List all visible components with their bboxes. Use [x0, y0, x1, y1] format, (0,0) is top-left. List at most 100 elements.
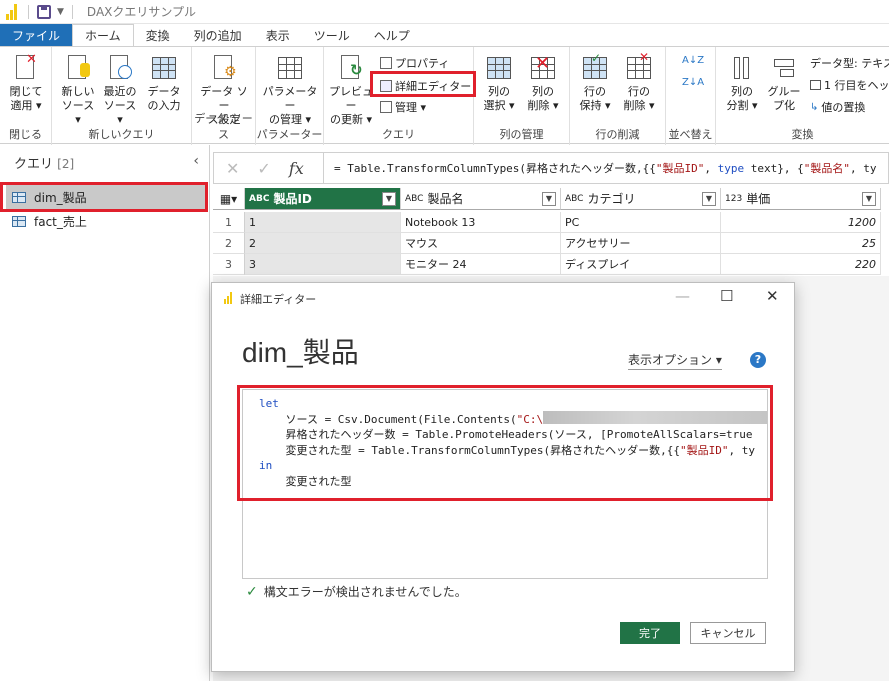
- done-button[interactable]: 完了: [620, 622, 680, 644]
- table-icon: [12, 215, 26, 227]
- column-header-product-id[interactable]: ABC 製品ID ▼: [245, 188, 401, 210]
- help-icon[interactable]: ?: [750, 352, 766, 368]
- tab-file[interactable]: ファイル: [0, 24, 73, 46]
- data-grid: ▦▾ ABC 製品ID ▼ ABC 製品名 ▼ ABC カテゴリ ▼ 123 単価 ▼ …: [213, 188, 889, 276]
- filter-dropdown-icon[interactable]: ▼: [702, 192, 716, 206]
- parameters-icon: [276, 53, 304, 83]
- filter-dropdown-icon[interactable]: ▼: [382, 192, 396, 206]
- ribbon-tabs: ファイル ホーム 変換 列の追加 表示 ツール ヘルプ: [0, 24, 889, 46]
- new-source-button[interactable]: 新しい ソース ▾: [58, 53, 98, 127]
- cancel-button[interactable]: キャンセル: [690, 622, 766, 644]
- properties-icon: [380, 57, 392, 69]
- table-cell[interactable]: 220: [721, 254, 881, 275]
- enter-data-icon: [150, 53, 178, 83]
- table-cell[interactable]: 2: [245, 233, 401, 254]
- table-cell[interactable]: 25: [721, 233, 881, 254]
- advanced-editor-dialog: 詳細エディター — ☐ ✕ dim_製品 表示オプション ▾ ? let ソース…: [211, 282, 795, 672]
- table-cell[interactable]: PC: [561, 212, 721, 233]
- split-column-button[interactable]: 列の 分割 ▾: [722, 53, 762, 113]
- remove-rows-button[interactable]: ✕ 行の 削除 ▾: [618, 50, 660, 113]
- table-icon: [810, 80, 821, 90]
- table-cell[interactable]: アクセサリー: [561, 233, 721, 254]
- close-icon[interactable]: ✕: [766, 287, 779, 305]
- formula-bar[interactable]: ✕ ✓ fx = Table.TransformColumnTypes(昇格され…: [213, 152, 889, 184]
- table-cell[interactable]: モニター 24: [401, 254, 561, 275]
- row-number: 1: [213, 212, 245, 233]
- recent-source-button[interactable]: 最近の ソース ▾: [100, 53, 140, 127]
- display-options-dropdown[interactable]: 表示オプション ▾: [628, 351, 722, 370]
- datasource-settings-icon: ⚙: [210, 53, 238, 83]
- highlight-advanced-editor: [370, 71, 476, 97]
- cancel-formula-icon[interactable]: ✕: [226, 159, 239, 178]
- tab-tools[interactable]: ツール: [302, 24, 362, 46]
- split-column-icon: [728, 53, 756, 83]
- choose-columns-icon: [485, 53, 513, 83]
- column-header-product-name[interactable]: ABC 製品名 ▼: [401, 188, 561, 210]
- app-title: DAXクエリサンプル: [86, 5, 197, 19]
- manage-parameters-button[interactable]: パラメーター の管理 ▾: [260, 53, 320, 127]
- datatype-dropdown[interactable]: データ型: テキスト: [810, 55, 889, 71]
- sort-ascending-icon[interactable]: A↓Z: [682, 55, 704, 66]
- filter-dropdown-icon[interactable]: ▼: [542, 192, 556, 206]
- save-icon[interactable]: [37, 4, 51, 19]
- sort-descending-icon[interactable]: Z↓A: [682, 77, 704, 88]
- highlight-code: [237, 385, 773, 501]
- refresh-preview-button[interactable]: ↻ プレビュー の更新 ▾: [328, 53, 374, 127]
- new-source-icon: [64, 53, 92, 83]
- keep-rows-icon: ✓: [581, 51, 609, 83]
- dialog-title: 詳細エディター: [240, 293, 317, 306]
- ribbon: ✕ 閉じて 適用 ▾ 閉じる 新しい ソース ▾ 最近の ソース ▾ データ の…: [0, 46, 889, 145]
- table-cell[interactable]: 1200: [721, 212, 881, 233]
- collapse-pane-icon[interactable]: ‹: [193, 153, 199, 169]
- close-apply-button[interactable]: ✕ 閉じて 適用 ▾: [6, 53, 46, 113]
- query-item-fact-sales[interactable]: fact_売上: [6, 209, 206, 233]
- row-number: 2: [213, 233, 245, 254]
- tab-view[interactable]: 表示: [254, 24, 302, 46]
- syntax-status: ✓ 構文エラーが検出されませんでした。: [246, 583, 467, 600]
- group-sort: A↓Z Z↓A 並べ替え: [666, 47, 716, 145]
- group-parameters: パラメーター の管理 ▾ パラメーター: [256, 47, 324, 145]
- column-header-price[interactable]: 123 単価 ▼: [721, 188, 881, 210]
- column-header-category[interactable]: ABC カテゴリ ▼: [561, 188, 721, 210]
- queries-pane: クエリ [2] ‹ dim_製品 fact_売上: [0, 145, 210, 681]
- maximize-icon[interactable]: ☐: [720, 287, 733, 305]
- table-cell[interactable]: マウス: [401, 233, 561, 254]
- table-menu-icon[interactable]: ▦▾: [213, 188, 245, 210]
- keep-rows-button[interactable]: ✓ 行の 保持 ▾: [574, 51, 616, 113]
- table-cell[interactable]: ディスプレイ: [561, 254, 721, 275]
- replace-icon: ↳: [810, 101, 819, 113]
- choose-columns-button[interactable]: 列の 選択 ▾: [478, 53, 520, 113]
- group-manage-columns: 列の 選択 ▾ ✕ 列の 削除 ▾ 列の管理: [474, 47, 570, 145]
- formula-text[interactable]: = Table.TransformColumnTypes(昇格されたヘッダー数,…: [324, 160, 877, 176]
- group-by-button[interactable]: グルー プ化: [764, 53, 804, 113]
- group-by-icon: [770, 53, 798, 83]
- query-name-heading: dim_製品: [242, 337, 359, 368]
- fx-icon[interactable]: fx: [289, 159, 304, 178]
- manage-icon: [380, 101, 392, 113]
- queries-header: クエリ [2]: [14, 157, 75, 172]
- remove-columns-button[interactable]: ✕ 列の 削除 ▾: [522, 53, 564, 113]
- enter-data-button[interactable]: データ の入力: [144, 53, 184, 113]
- tab-home[interactable]: ホーム: [72, 24, 134, 46]
- powerbi-logo-icon: [6, 3, 20, 20]
- table-cell[interactable]: 1: [245, 212, 401, 233]
- manage-button[interactable]: 管理 ▾: [380, 99, 426, 115]
- group-transform: 列の 分割 ▾ グルー プ化 データ型: テキスト 1 行目をヘッ ↳値の置換 …: [716, 47, 889, 145]
- table-cell[interactable]: Notebook 13: [401, 212, 561, 233]
- replace-values-button[interactable]: ↳ 値の置換: [810, 99, 865, 115]
- remove-columns-icon: ✕: [529, 53, 557, 83]
- refresh-icon: ↻: [337, 53, 365, 83]
- first-row-header-button[interactable]: 1 行目をヘッ: [810, 77, 889, 93]
- tab-add-column[interactable]: 列の追加: [182, 24, 254, 46]
- quick-access-dropdown-icon[interactable]: ▼: [57, 7, 64, 17]
- confirm-formula-icon[interactable]: ✓: [257, 159, 270, 178]
- powerbi-logo-icon: [224, 292, 234, 304]
- table-cell[interactable]: 3: [245, 254, 401, 275]
- minimize-icon[interactable]: —: [675, 287, 690, 305]
- tab-transform[interactable]: 変換: [134, 24, 182, 46]
- remove-rows-icon: ✕: [625, 50, 653, 83]
- properties-button[interactable]: プロパティ: [380, 55, 449, 71]
- tab-help[interactable]: ヘルプ: [362, 24, 422, 46]
- title-bar: ▼ DAXクエリサンプル: [0, 0, 889, 24]
- filter-dropdown-icon[interactable]: ▼: [862, 192, 876, 206]
